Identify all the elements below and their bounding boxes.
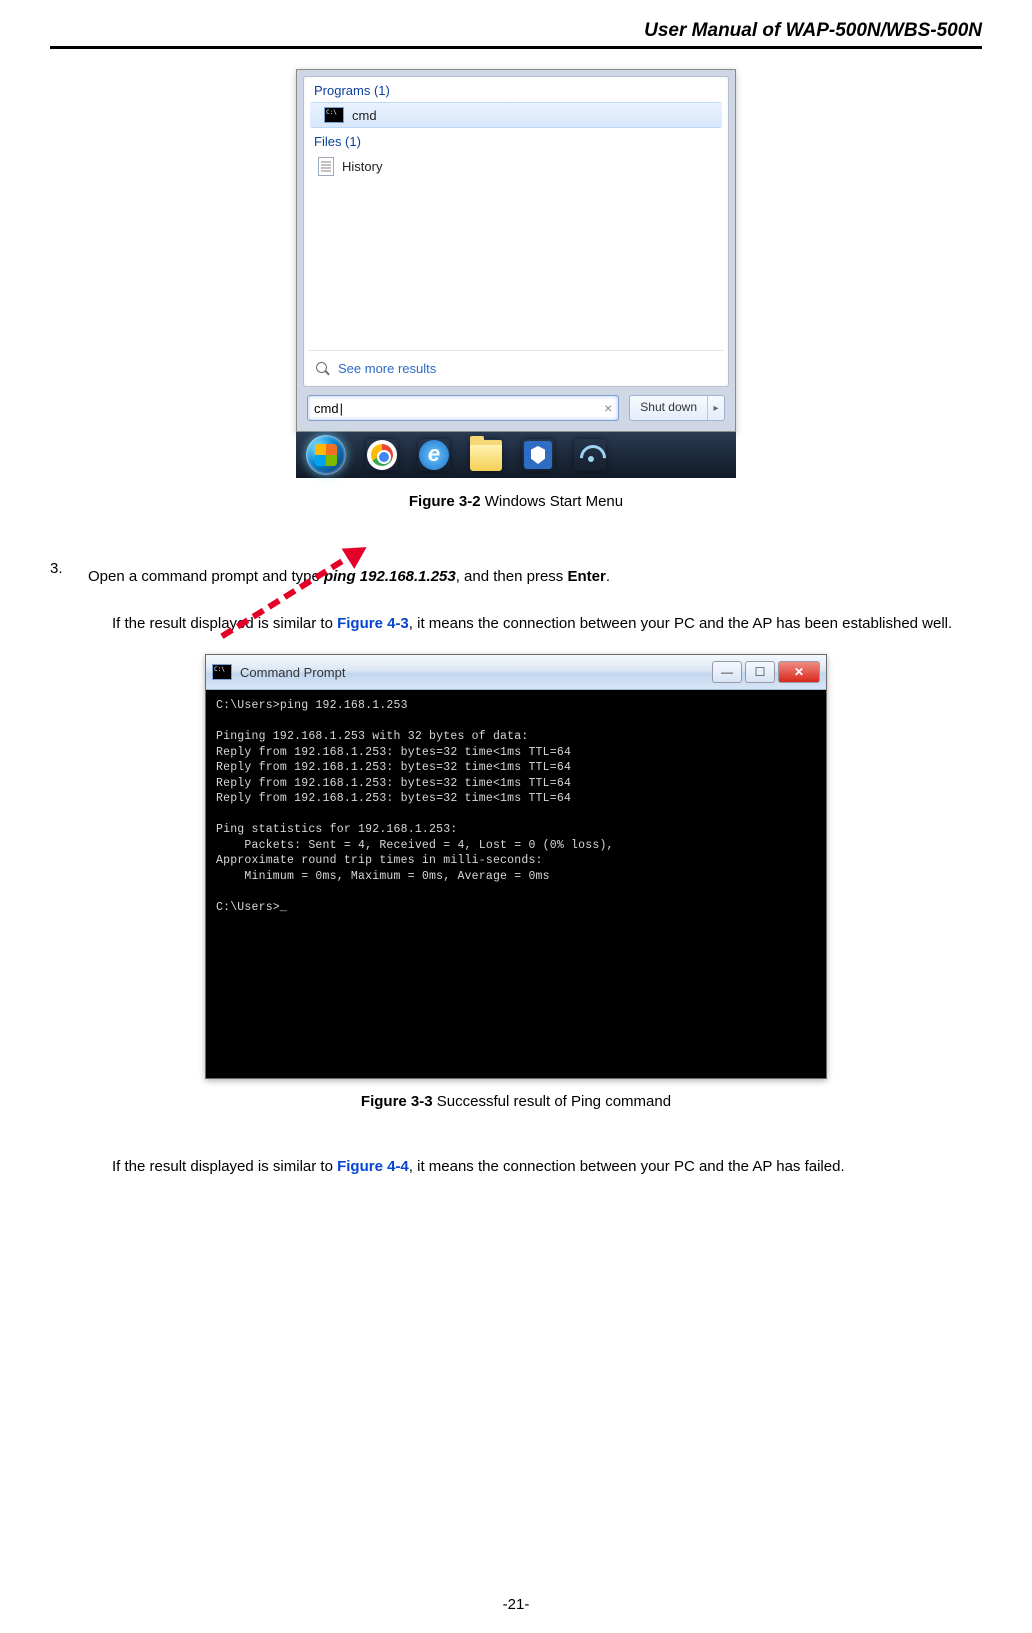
programs-section-label: Programs (1) [304, 77, 728, 102]
windows-start-orb-icon[interactable] [306, 435, 346, 475]
taskbar-chrome-icon[interactable] [366, 439, 398, 471]
taskbar-explorer-icon[interactable] [470, 439, 502, 471]
cmd-icon [324, 107, 344, 123]
taskbar-security-icon[interactable] [522, 439, 554, 471]
cmd-window-icon [212, 664, 232, 680]
document-header: User Manual of WAP-500N/WBS-500N [50, 20, 982, 49]
page-number: -21- [0, 1596, 1032, 1613]
figure-3-3-caption: Figure 3-3 Successful result of Ping com… [50, 1093, 982, 1110]
taskbar-ie-icon[interactable] [418, 439, 450, 471]
files-section-label: Files (1) [304, 128, 728, 153]
start-search-input[interactable]: cmd × [307, 395, 619, 421]
fail-explanation: If the result displayed is similar to Fi… [50, 1150, 982, 1183]
close-button[interactable]: ✕ [778, 661, 820, 683]
shutdown-menu-arrow[interactable]: ▸ [708, 396, 724, 420]
success-explanation: If the result displayed is similar to Fi… [50, 607, 982, 640]
see-more-label: See more results [338, 361, 436, 376]
step-3-instruction: Open a command prompt and type ping 192.… [88, 560, 610, 593]
see-more-results[interactable]: See more results [304, 351, 728, 386]
minimize-button[interactable]: — [712, 661, 742, 683]
shutdown-button[interactable]: Shut down ▸ [629, 395, 725, 421]
figure-4-4-link[interactable]: Figure 4-4 [337, 1158, 409, 1175]
clear-search-icon[interactable]: × [604, 400, 612, 416]
command-prompt-window: Command Prompt — ☐ ✕ C:\Users>ping 192.1… [205, 654, 827, 1079]
document-icon [318, 157, 334, 176]
taskbar-network-icon[interactable] [574, 439, 606, 471]
file-item-history[interactable]: History [304, 153, 728, 180]
maximize-button[interactable]: ☐ [745, 661, 775, 683]
step-number: 3. [50, 560, 66, 577]
taskbar [296, 432, 736, 478]
search-icon [316, 362, 330, 376]
cmd-window-title: Command Prompt [240, 665, 345, 680]
program-item-label: cmd [352, 108, 377, 123]
search-text: cmd [314, 401, 339, 416]
start-menu-panel: Programs (1) cmd Files (1) History See [296, 69, 736, 432]
program-item-cmd[interactable]: cmd [310, 102, 722, 128]
file-item-label: History [342, 159, 382, 174]
cmd-output: C:\Users>ping 192.168.1.253 Pinging 192.… [206, 690, 826, 1078]
shutdown-label: Shut down [630, 396, 708, 420]
figure-3-2-caption: Figure 3-2 Windows Start Menu [50, 493, 982, 510]
text-cursor [339, 401, 343, 416]
figure-4-3-link[interactable]: Figure 4-3 [337, 615, 409, 632]
